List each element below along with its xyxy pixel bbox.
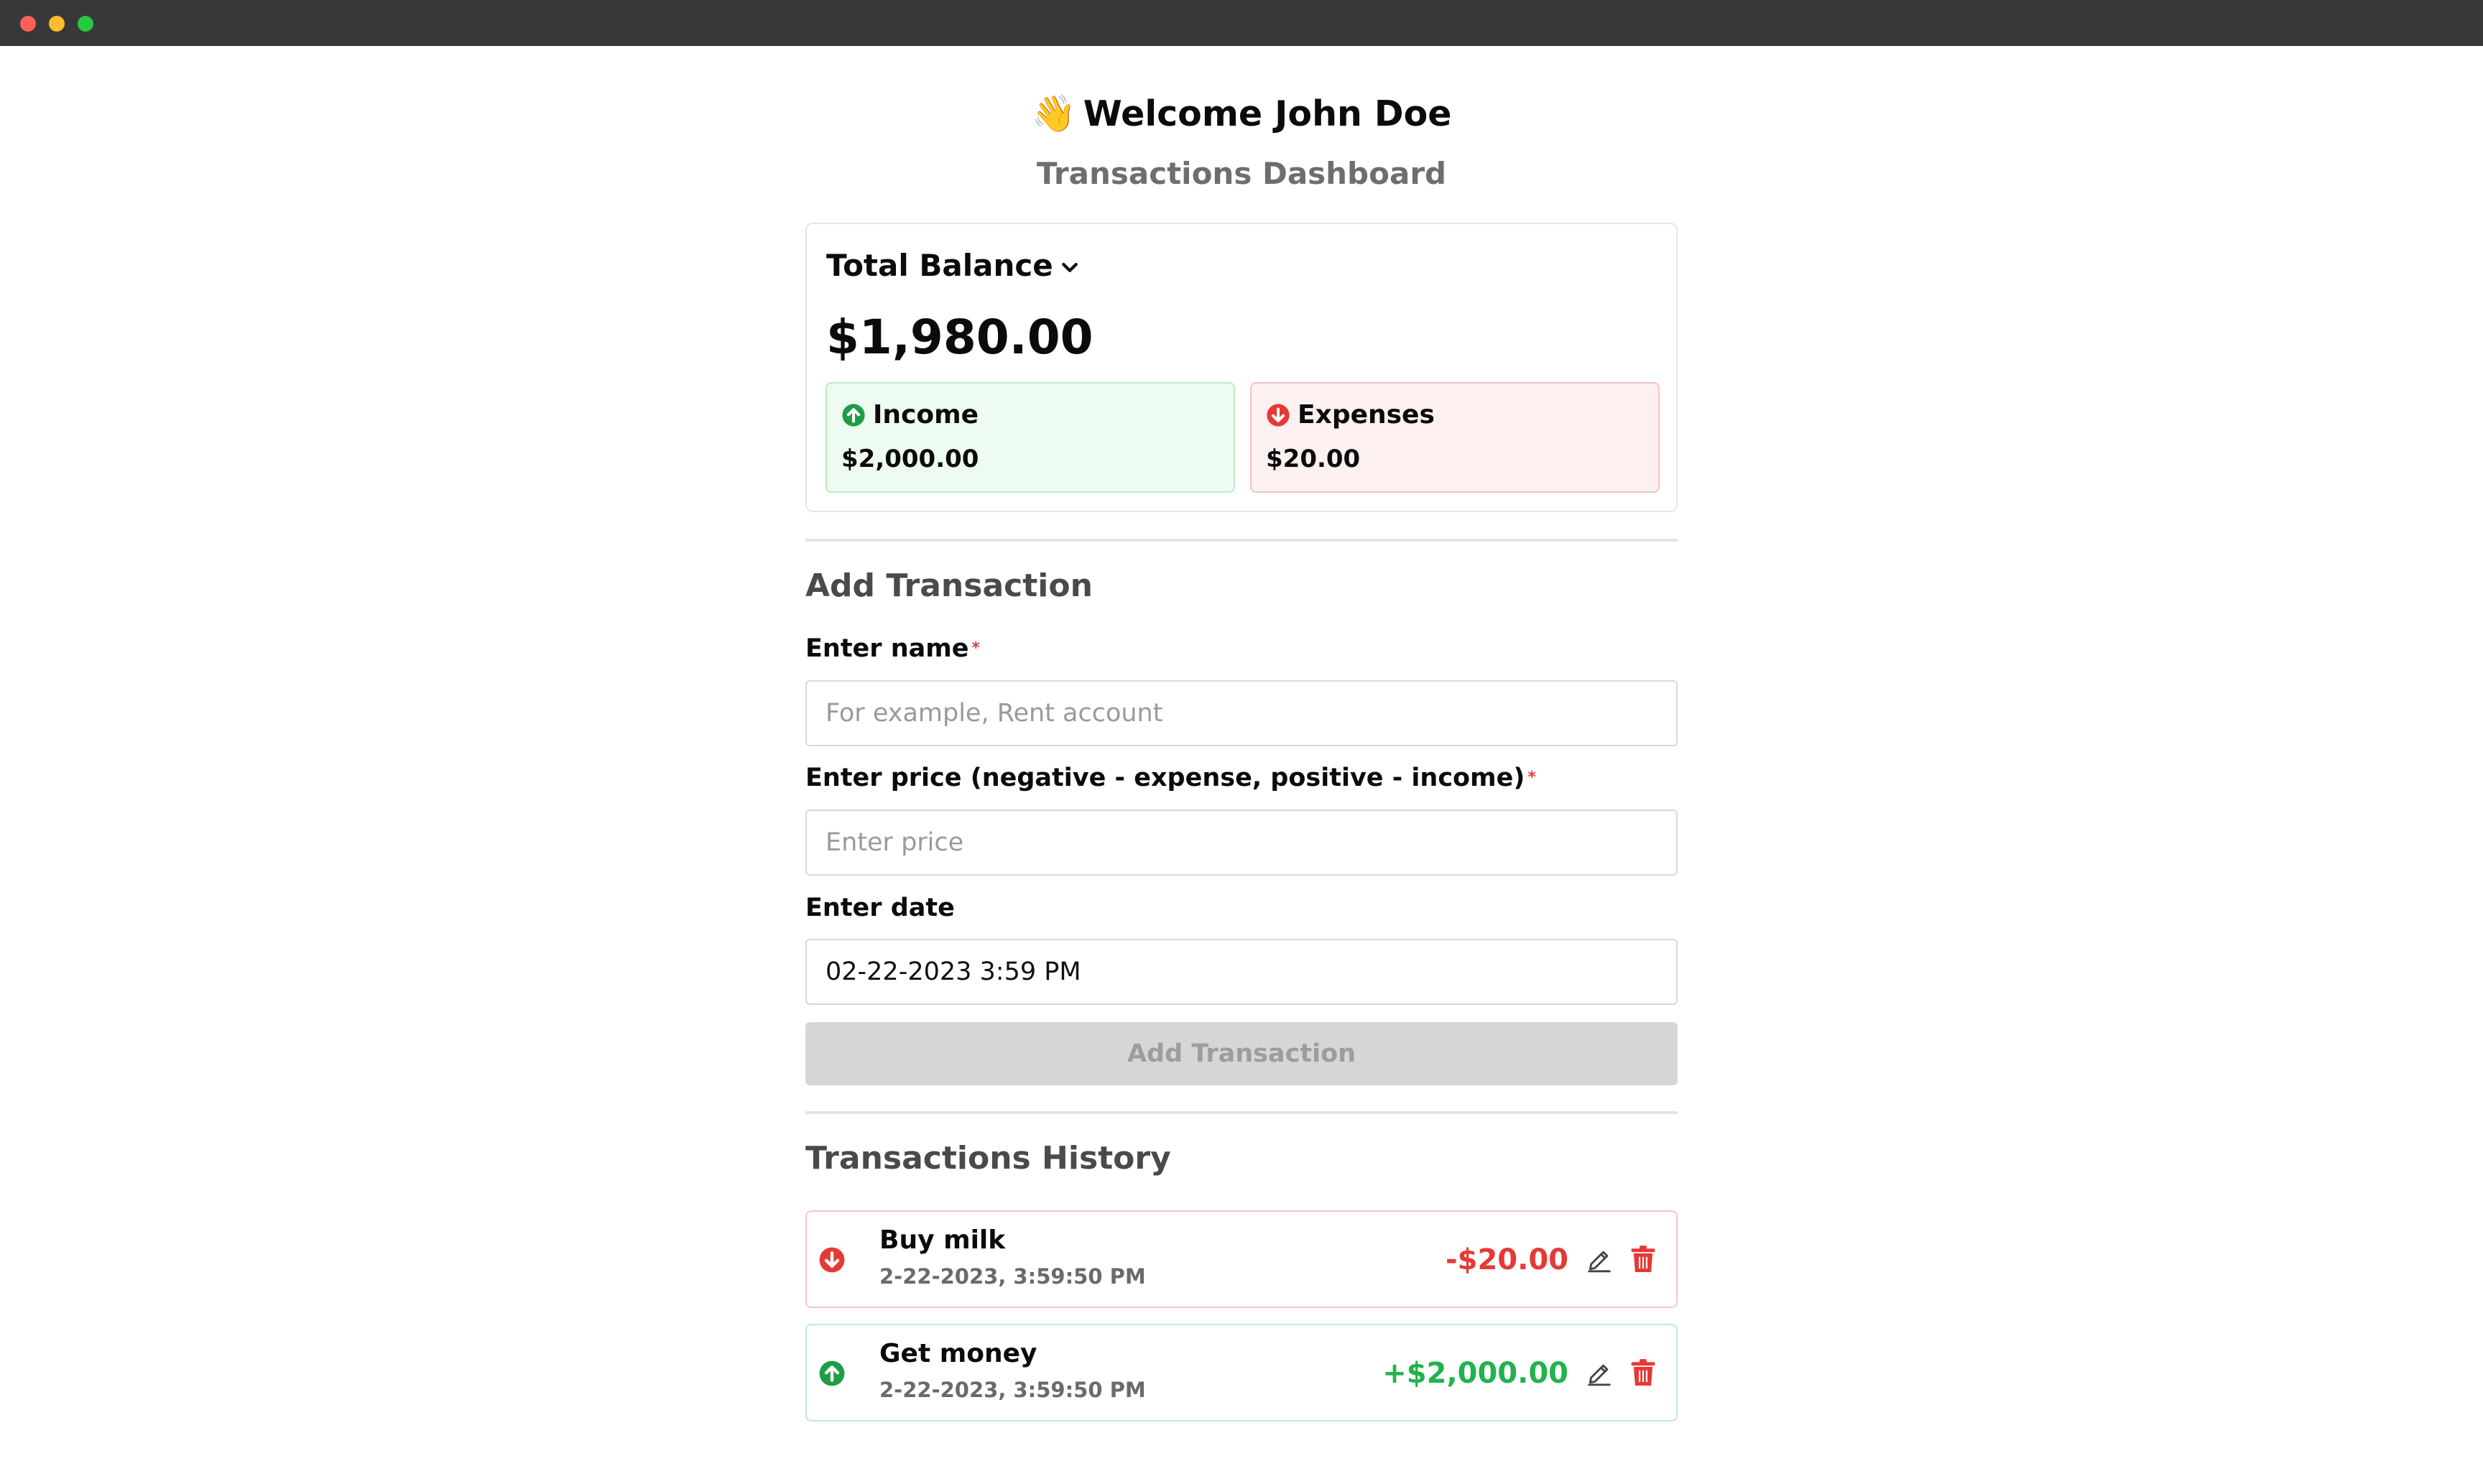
- price-input[interactable]: [805, 810, 1678, 876]
- history-title: Transactions History: [805, 1140, 1171, 1177]
- page-subtitle: Transactions Dashboard: [1036, 156, 1447, 191]
- price-label-text: Enter price (negative - expense, positiv…: [805, 764, 1525, 792]
- expenses-label: Expenses: [1298, 400, 1435, 430]
- arrow-down-circle-icon: [819, 1247, 845, 1273]
- pencil-icon[interactable]: [1586, 1360, 1613, 1387]
- close-window-button[interactable]: [20, 16, 36, 32]
- maximize-window-button[interactable]: [78, 16, 93, 32]
- name-label-text: Enter name: [805, 634, 969, 663]
- name-input[interactable]: [805, 680, 1678, 746]
- divider: [805, 539, 1678, 542]
- balance-dropdown[interactable]: Total Balance: [826, 246, 1081, 286]
- expenses-label-row: Expenses: [1266, 398, 1435, 432]
- balance-title: Total Balance: [826, 248, 1053, 283]
- required-mark: *: [1527, 769, 1536, 787]
- welcome-text: Welcome John Doe: [1083, 93, 1452, 134]
- price-field-label: Enter price (negative - expense, positiv…: [805, 761, 1536, 794]
- welcome-heading: 👋 Welcome John Doe: [805, 91, 1678, 137]
- transaction-amount: +$2,000.00: [1382, 1357, 1568, 1390]
- minimize-window-button[interactable]: [49, 16, 65, 32]
- date-field-label: Enter date: [805, 894, 955, 922]
- divider: [805, 1111, 1678, 1114]
- chevron-down-icon: [1061, 262, 1078, 272]
- trash-icon[interactable]: [1630, 1358, 1656, 1387]
- transaction-date: 2-22-2023, 3:59:50 PM: [879, 1264, 1146, 1289]
- income-label-row: Income: [841, 398, 979, 432]
- pencil-icon[interactable]: [1586, 1246, 1613, 1274]
- transaction-amount: -$20.00: [1446, 1243, 1568, 1276]
- name-field-label: Enter name *: [805, 632, 980, 665]
- transaction-item: Get money 2-22-2023, 3:59:50 PM +$2,000.…: [805, 1324, 1678, 1422]
- add-transaction-button[interactable]: Add Transaction: [805, 1022, 1678, 1085]
- window-titlebar: [0, 0, 2483, 46]
- arrow-up-circle-icon: [842, 404, 865, 427]
- income-value: $2,000.00: [841, 445, 979, 473]
- waving-hand-icon: 👋: [1031, 93, 1076, 134]
- trash-icon[interactable]: [1630, 1245, 1656, 1274]
- balance-amount: $1,980.00: [826, 310, 1093, 365]
- income-label: Income: [873, 400, 979, 430]
- expenses-value: $20.00: [1266, 445, 1361, 473]
- required-mark: *: [971, 639, 980, 657]
- balance-card: Total Balance $1,980.00 Income $2,000.00…: [805, 223, 1678, 512]
- arrow-down-circle-icon: [1267, 404, 1290, 427]
- transaction-name: Get money: [879, 1339, 1037, 1368]
- transaction-item: Buy milk 2-22-2023, 3:59:50 PM -$20.00: [805, 1210, 1678, 1308]
- arrow-up-circle-icon: [819, 1360, 845, 1386]
- add-transaction-title: Add Transaction: [805, 567, 1093, 604]
- date-input[interactable]: [805, 939, 1678, 1005]
- transaction-date: 2-22-2023, 3:59:50 PM: [879, 1378, 1146, 1402]
- income-card: Income $2,000.00: [826, 382, 1235, 493]
- transaction-name: Buy milk: [879, 1225, 1006, 1255]
- expenses-card: Expenses $20.00: [1250, 382, 1660, 493]
